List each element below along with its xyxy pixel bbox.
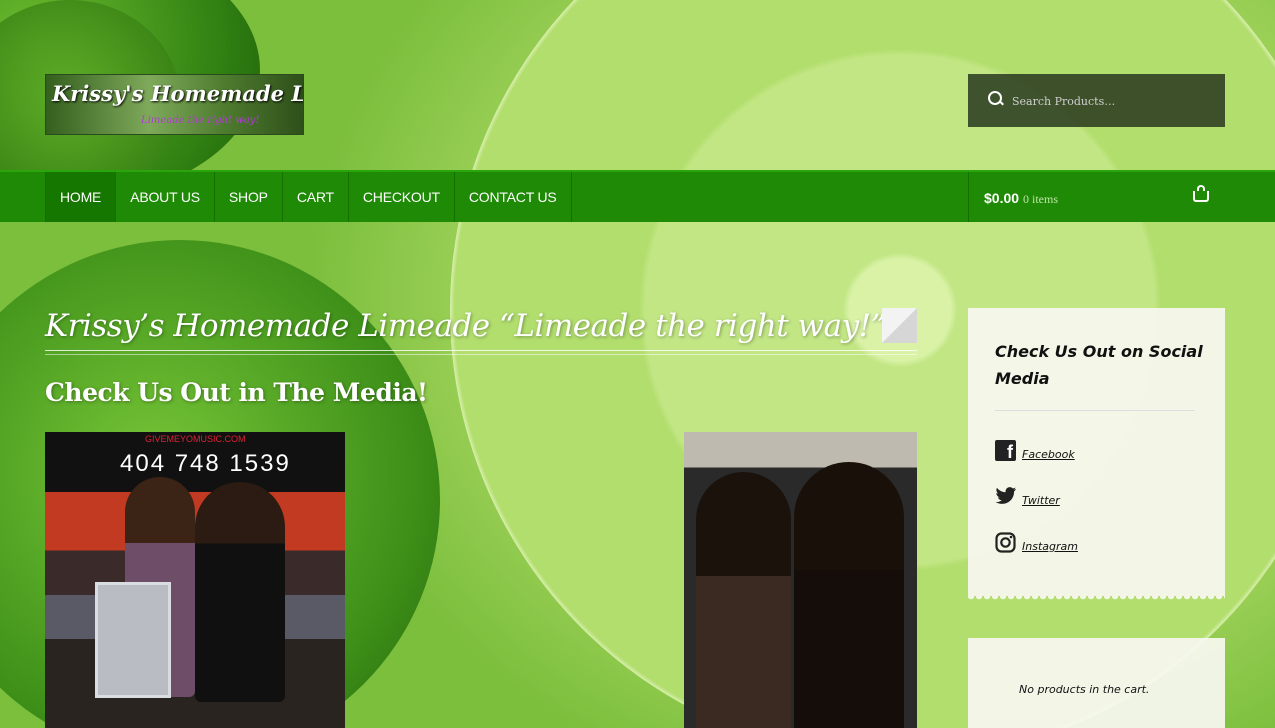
widget-divider <box>995 410 1195 411</box>
basket-icon <box>1193 185 1209 202</box>
social-widget-title: Check Us Out on Social Media <box>995 342 1203 388</box>
nav-item-contact-us[interactable]: CONTACT US <box>455 172 572 222</box>
photo-monitor <box>95 582 171 698</box>
social-link-facebook[interactable]: Facebook <box>995 440 1075 463</box>
nav-item-cart[interactable]: CART <box>283 172 349 222</box>
product-search <box>968 74 1225 127</box>
nav-item-home[interactable]: HOME <box>45 172 117 222</box>
nav-item-checkout[interactable]: CHECKOUT <box>349 172 455 222</box>
social-widget: Check Us Out on Social Media Facebook Tw… <box>968 308 1225 602</box>
social-link-instagram[interactable]: Instagram <box>995 532 1078 553</box>
section-heading: Check Us Out in The Media! <box>45 378 428 407</box>
photo-person <box>195 482 285 702</box>
cart-count: 0 items <box>1023 192 1058 206</box>
title-divider <box>45 354 917 355</box>
nav-item-shop[interactable]: SHOP <box>215 172 283 222</box>
search-icon <box>988 91 1002 105</box>
photo-banner-phone: 404 748 1539 <box>120 450 291 477</box>
media-photo-event <box>684 432 917 728</box>
logo-tagline: Limeade the right way! <box>141 115 260 126</box>
nav-item-about-us[interactable]: ABOUT US <box>116 172 215 222</box>
page-corner-fold <box>882 308 917 343</box>
twitter-icon <box>995 486 1017 507</box>
logo-title: Krissy's Homemade Limeade <box>52 81 303 106</box>
twitter-link[interactable]: Twitter <box>1022 494 1060 507</box>
site-logo[interactable]: Krissy's Homemade Limeade Limeade the ri… <box>45 74 304 135</box>
facebook-icon <box>995 440 1016 463</box>
primary-navigation: HOME ABOUT US SHOP CART CHECKOUT CONTACT… <box>0 170 1275 222</box>
social-link-twitter[interactable]: Twitter <box>995 486 1060 507</box>
instagram-icon <box>995 532 1016 553</box>
search-input[interactable] <box>1010 90 1214 112</box>
photo-person <box>696 472 791 728</box>
photo-banner-site: GIVEMEYOMUSIC.COM <box>145 434 246 444</box>
header-cart[interactable]: $0.00 0 items <box>968 172 1225 222</box>
cart-widget: No products in the cart. <box>968 638 1225 728</box>
photo-person <box>794 462 904 728</box>
cart-amount: $0.00 <box>984 190 1020 206</box>
instagram-link[interactable]: Instagram <box>1022 540 1078 553</box>
page-title: Krissy’s Homemade Limeade “Limeade the r… <box>45 308 886 344</box>
cart-empty-message: No products in the cart. <box>1019 683 1150 696</box>
media-photo-radio-station: GIVEMEYOMUSIC.COM 404 748 1539 <box>45 432 345 728</box>
nav-menu: HOME ABOUT US SHOP CART CHECKOUT CONTACT… <box>45 172 572 222</box>
title-divider <box>45 350 917 351</box>
facebook-link[interactable]: Facebook <box>1022 448 1075 461</box>
